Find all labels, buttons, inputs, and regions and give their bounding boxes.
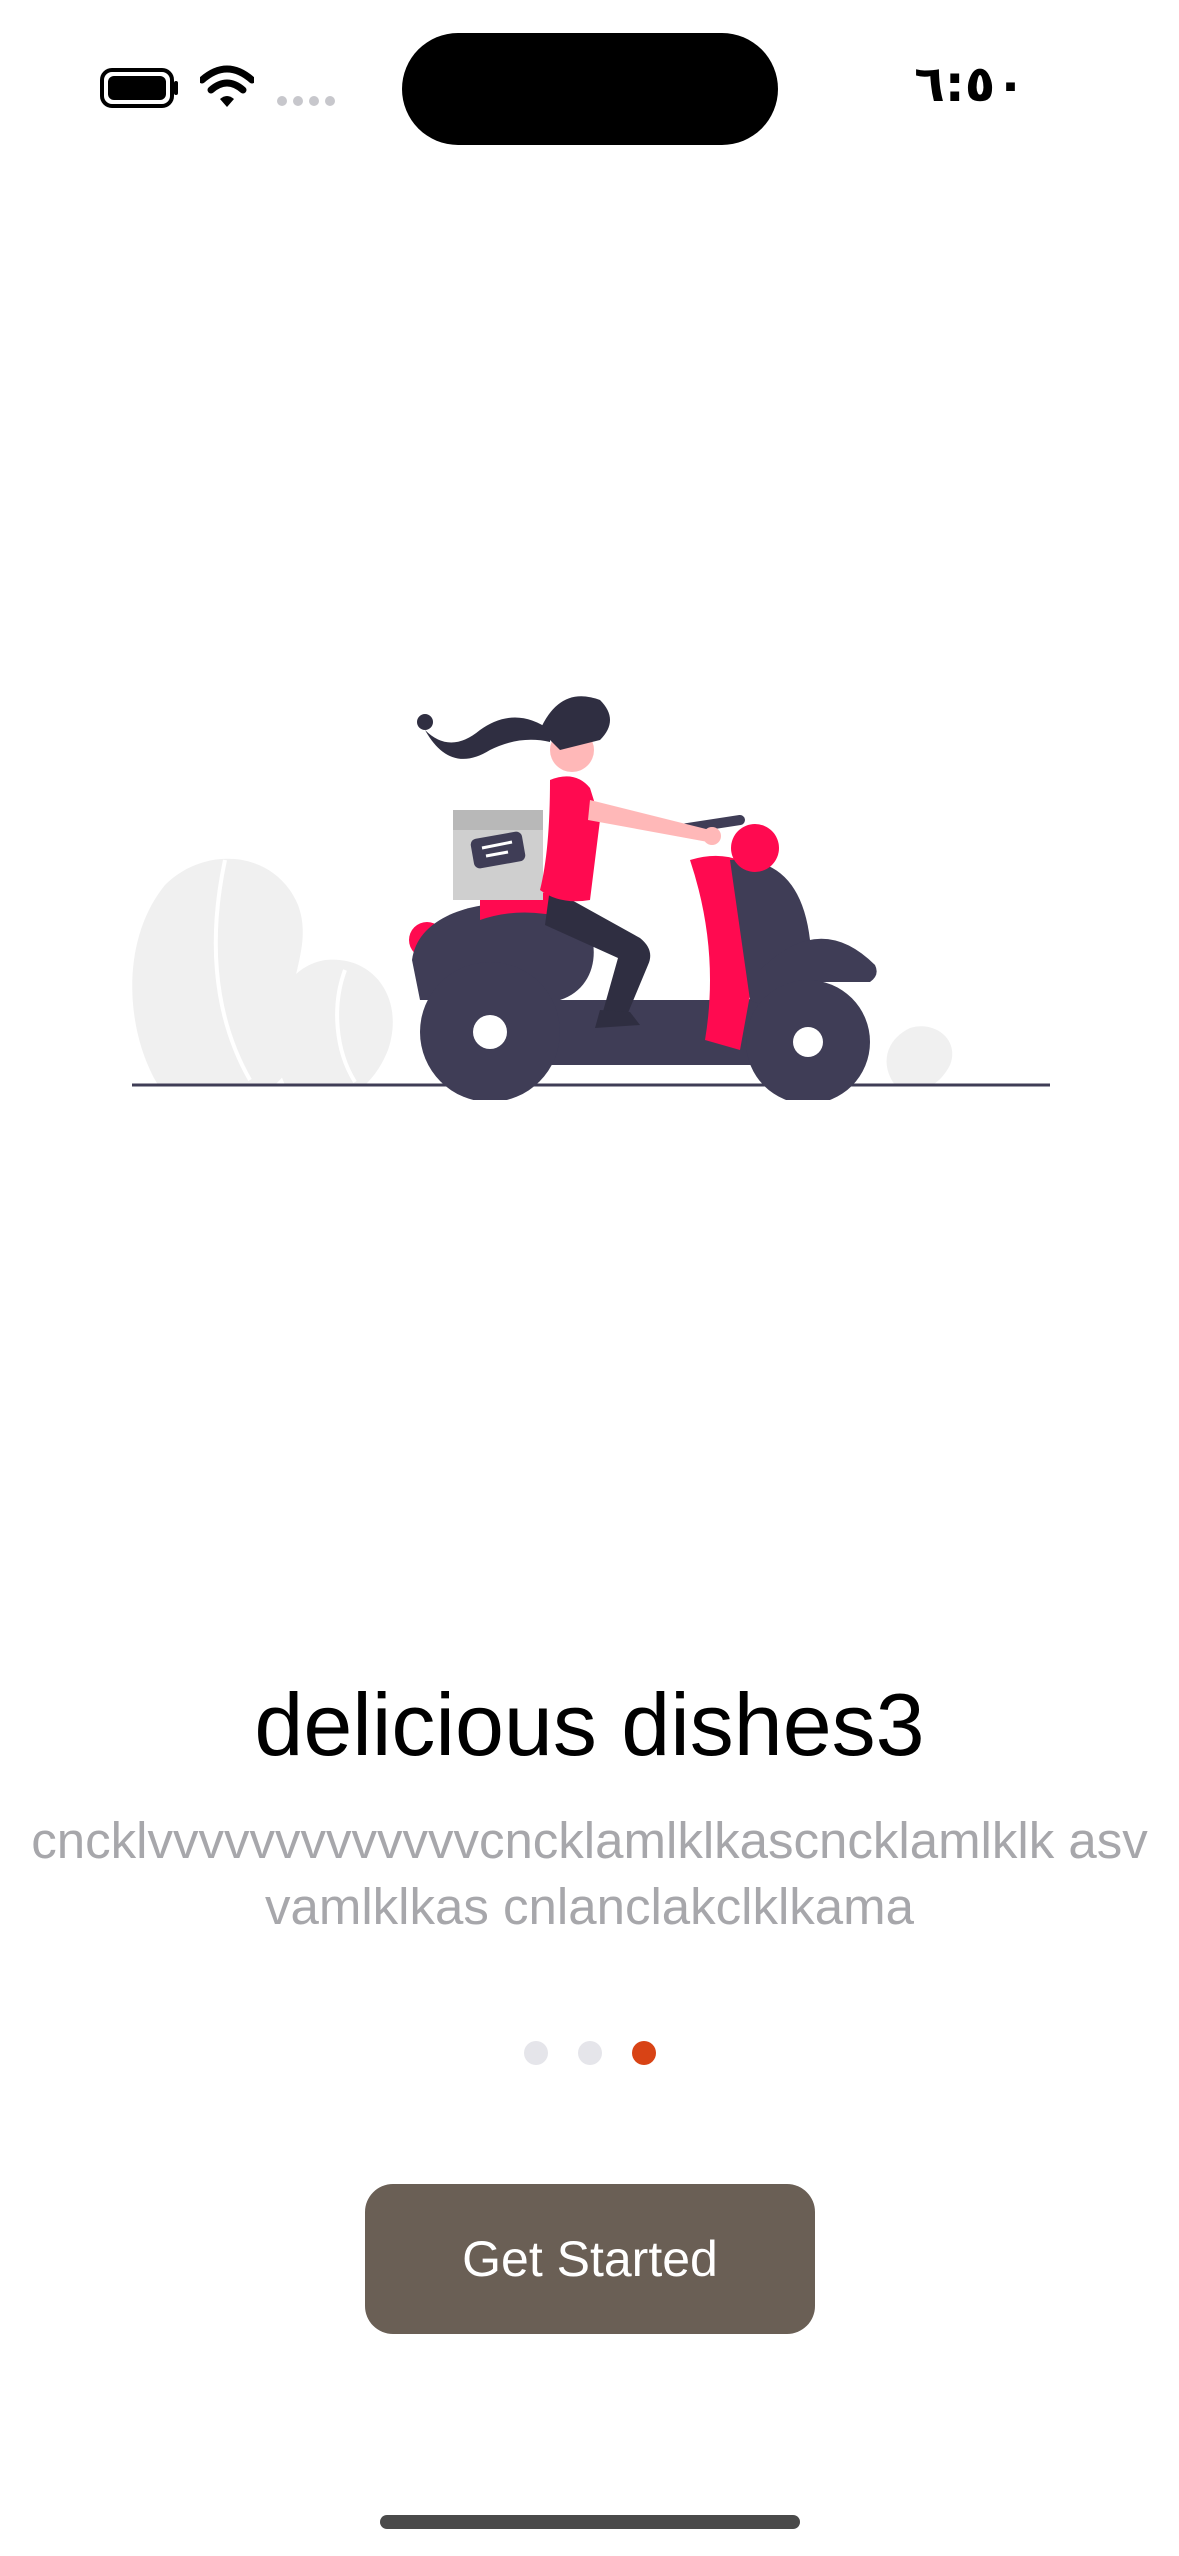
page-dot-1[interactable]	[523, 2041, 548, 2065]
wifi-icon	[200, 65, 254, 107]
scooter-delivery-illustration	[132, 696, 1050, 1100]
onboarding-description: cncklvvvvvvvvvvvvvcncklamlklkascncklamlk…	[31, 1812, 1148, 1935]
battery-full-icon	[100, 68, 178, 108]
dynamic-island	[402, 33, 778, 145]
get-started-button[interactable]: Get Started	[365, 2184, 815, 2334]
page-dot-2[interactable]	[577, 2041, 602, 2065]
cellular-signal-icon	[277, 96, 335, 106]
page-dot-3[interactable]	[631, 2041, 656, 2065]
page-indicator[interactable]	[0, 2041, 1179, 2071]
home-indicator[interactable]	[380, 2515, 800, 2529]
onboarding-title: delicious dishes3	[254, 1675, 925, 1774]
status-time: ٦:٥٠	[914, 55, 1026, 113]
status-bar: ٦:٥٠	[0, 0, 1179, 170]
